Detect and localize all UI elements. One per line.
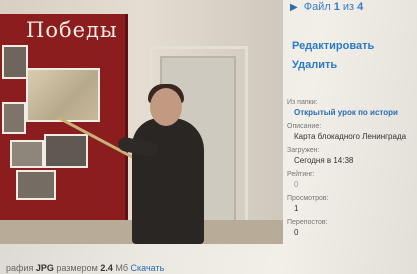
photo-exhibit-picture [2, 45, 28, 79]
download-link[interactable]: Скачать [131, 263, 165, 273]
file-counter-separator: из [342, 1, 355, 13]
edit-link[interactable]: Редактировать [292, 40, 374, 52]
uploaded-label: Загружен: [287, 147, 320, 154]
photo-actions: Редактировать Удалить [292, 40, 374, 78]
rating-value: 0 [294, 180, 299, 189]
file-counter-total: 4 [357, 1, 364, 13]
photo-teacher-head [150, 88, 182, 126]
views-value: 1 [294, 204, 299, 213]
description-label: Описание: [287, 123, 322, 130]
caption-size-label: размером [56, 263, 98, 273]
delete-link[interactable]: Удалить [292, 59, 374, 71]
reposts-value: 0 [294, 228, 299, 237]
caption-format: JPG [35, 263, 54, 273]
description-value: Карта блокадного Ленинграда [294, 132, 407, 141]
photo-exhibit-picture [44, 134, 88, 168]
photo-metadata: Из папки: Открытый урок по истори Описан… [287, 95, 417, 243]
photo-viewer[interactable]: Победы [0, 0, 283, 244]
page: Победы рафия JPG размером 2.4 Мб Скачать… [0, 0, 417, 274]
reposts-label: Перепостов: [287, 219, 328, 226]
file-counter-prefix: Файл [303, 1, 331, 13]
folder-label: Из папки: [287, 99, 318, 106]
uploaded-value: Сегодня в 14:38 [294, 156, 354, 165]
caption-prefix: рафия [6, 263, 34, 273]
caption-size-unit: Мб [115, 263, 129, 273]
photo-caption: рафия JPG размером 2.4 Мб Скачать [6, 263, 164, 273]
photo-exhibit-picture [16, 170, 56, 200]
play-triangle-icon[interactable]: ▶ [290, 2, 298, 13]
photo-exhibit-picture [10, 140, 44, 168]
views-label: Просмотров: [287, 195, 329, 202]
photo-teacher [132, 118, 204, 244]
photo-map [26, 68, 100, 122]
file-counter-current: 1 [333, 1, 340, 13]
caption-size-value: 2.4 [100, 263, 113, 273]
rating-label: Рейтинг: [287, 171, 315, 178]
photo-banner-text: Победы [26, 18, 118, 42]
file-pagination: ▶ Файл 1 из 4 [290, 0, 366, 14]
photo-exhibit-picture [2, 102, 26, 134]
folder-link[interactable]: Открытый урок по истори [294, 108, 417, 117]
